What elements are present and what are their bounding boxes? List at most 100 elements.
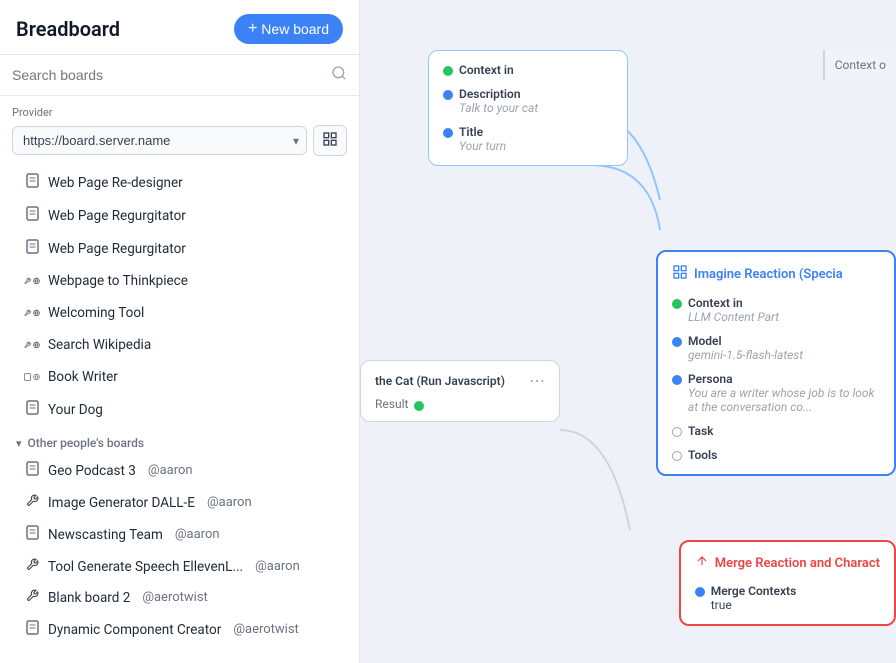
other-board-item[interactable]: Dynamic Component Creator @aerotwist [0, 613, 359, 646]
boards-list: Web Page Re-designer Web Page Regurgitat… [0, 162, 359, 663]
doc-icon [24, 461, 40, 480]
result-dot [414, 401, 424, 411]
new-board-label: New board [261, 21, 329, 37]
js-node: the Cat (Run Javascript) ⋯ Result [360, 360, 560, 422]
other-boards-section-header[interactable]: ▾ Other people's boards [0, 426, 359, 454]
board-name: Blank board 2 [48, 590, 130, 606]
board-item[interactable]: Web Page Regurgitator [0, 232, 359, 265]
merge-node: Merge Reaction and Charact Merge Context… [679, 540, 896, 626]
provider-label: Provider [12, 106, 347, 119]
context-in-row: Context in LLM Content Part [672, 296, 880, 324]
tool-icon [24, 558, 40, 575]
board-author: @aaron [255, 559, 300, 574]
board-item[interactable]: Web Page Re-designer [0, 166, 359, 199]
context-card: Context in Description Talk to your cat … [428, 50, 628, 166]
canvas: Context in Description Talk to your cat … [360, 0, 896, 663]
task-row: Task [672, 424, 880, 438]
green-dot [443, 66, 453, 76]
merge-icon [695, 554, 709, 572]
other-board-item[interactable]: Image Generator DALL-E @aaron [0, 487, 359, 518]
provider-external-button[interactable] [313, 125, 347, 156]
model-row: Model gemini-1.5-flash-latest [672, 334, 880, 362]
board-author: @aerotwist [233, 622, 298, 637]
board-item[interactable]: Web Page Regurgitator [0, 199, 359, 232]
other-board-item[interactable]: Geo Podcast 3 @aaron [0, 454, 359, 487]
board-name: Book Writer [48, 369, 118, 385]
right-overflow-label: Context o [823, 50, 896, 80]
tool-icon [24, 589, 40, 606]
board-name: Dynamic Component Creator [48, 622, 221, 638]
provider-row: https://board.server.name ▾ [12, 125, 347, 156]
provider-section: Provider https://board.server.name ▾ [0, 96, 359, 162]
search-icon [331, 65, 347, 85]
sidebar-title: Breadboard [16, 17, 120, 41]
gray-dot [672, 427, 682, 437]
new-board-button[interactable]: + New board [234, 14, 343, 44]
tool-icon [24, 275, 40, 287]
merge-header: Merge Reaction and Charact [695, 554, 880, 572]
provider-select-wrap: https://board.server.name ▾ [12, 126, 307, 155]
field-value: Talk to your cat [459, 101, 538, 115]
blue-dot [672, 337, 682, 347]
plus-icon: + [248, 21, 257, 37]
field-label: Tools [688, 448, 717, 462]
tool-globe-icon [24, 307, 40, 319]
tools-row: Tools [672, 448, 880, 462]
board-name: Web Page Regurgitator [48, 208, 186, 224]
doc-icon [24, 239, 40, 258]
field-value: true [711, 598, 797, 612]
field-label: Persona [688, 372, 880, 386]
board-name: Newscasting Team [48, 527, 163, 543]
doc-icon [24, 620, 40, 639]
other-board-item[interactable]: Blank board 2 @aerotwist [0, 582, 359, 613]
result-label: Result [375, 397, 408, 411]
board-item[interactable]: Book Writer [0, 361, 359, 393]
field-value: Your turn [459, 139, 506, 153]
doc-icon [24, 173, 40, 192]
board-name: Web Page Regurgitator [48, 241, 186, 257]
doc-icon [24, 400, 40, 419]
board-name: Search Wikipedia [48, 337, 151, 353]
board-item[interactable]: Your Dog [0, 393, 359, 426]
merge-title: Merge Reaction and Charact [715, 556, 880, 571]
tool-icon [24, 494, 40, 511]
doc-icon [24, 525, 40, 544]
board-author: @aaron [207, 495, 252, 510]
board-item[interactable]: Search Wikipedia [0, 329, 359, 361]
js-node-more-button[interactable]: ⋯ [529, 371, 545, 391]
field-label: Context in [688, 296, 779, 310]
imagine-title: Imagine Reaction (Specia [694, 267, 843, 282]
board-author: @aerotwist [142, 590, 207, 605]
field-value: gemini-1.5-flash-latest [688, 348, 803, 362]
other-board-item[interactable]: Tool Generate Speech EllevenL... @aaron [0, 551, 359, 582]
board-name: Tool Generate Speech EllevenL... [48, 559, 243, 575]
context-in-row: Context in [443, 63, 613, 77]
field-label: Model [688, 334, 803, 348]
board-name: Welcoming Tool [48, 305, 144, 321]
collapse-icon: ▾ [16, 437, 22, 450]
field-label: Task [688, 424, 714, 438]
special-icon [672, 264, 688, 284]
field-value: You are a writer whose job is to look at… [688, 386, 880, 414]
merge-contexts-row: Merge Contexts true [695, 584, 880, 612]
board-item[interactable]: Webpage to Thinkpiece [0, 265, 359, 297]
sidebar: Breadboard + New board Provider https://… [0, 0, 360, 663]
provider-select[interactable]: https://board.server.name [12, 126, 307, 155]
search-input[interactable] [12, 67, 323, 83]
js-result-row: Result [375, 397, 545, 411]
blue-dot [672, 375, 682, 385]
blue-dot [443, 128, 453, 138]
tool-globe-icon [24, 339, 40, 351]
sidebar-header: Breadboard + New board [0, 0, 359, 55]
other-board-item[interactable]: Newscasting Team @aaron [0, 518, 359, 551]
board-name: Your Dog [48, 402, 103, 418]
description-row: Description Talk to your cat [443, 87, 613, 115]
board-item[interactable]: Welcoming Tool [0, 297, 359, 329]
imagine-header: Imagine Reaction (Specia [672, 264, 880, 284]
gray-dot [672, 451, 682, 461]
other-boards-label: Other people's boards [28, 436, 144, 450]
board-name: Geo Podcast 3 [48, 463, 136, 479]
board-name: Image Generator DALL-E [48, 495, 195, 511]
field-value: LLM Content Part [688, 310, 779, 324]
field-label: Merge Contexts [711, 584, 797, 598]
